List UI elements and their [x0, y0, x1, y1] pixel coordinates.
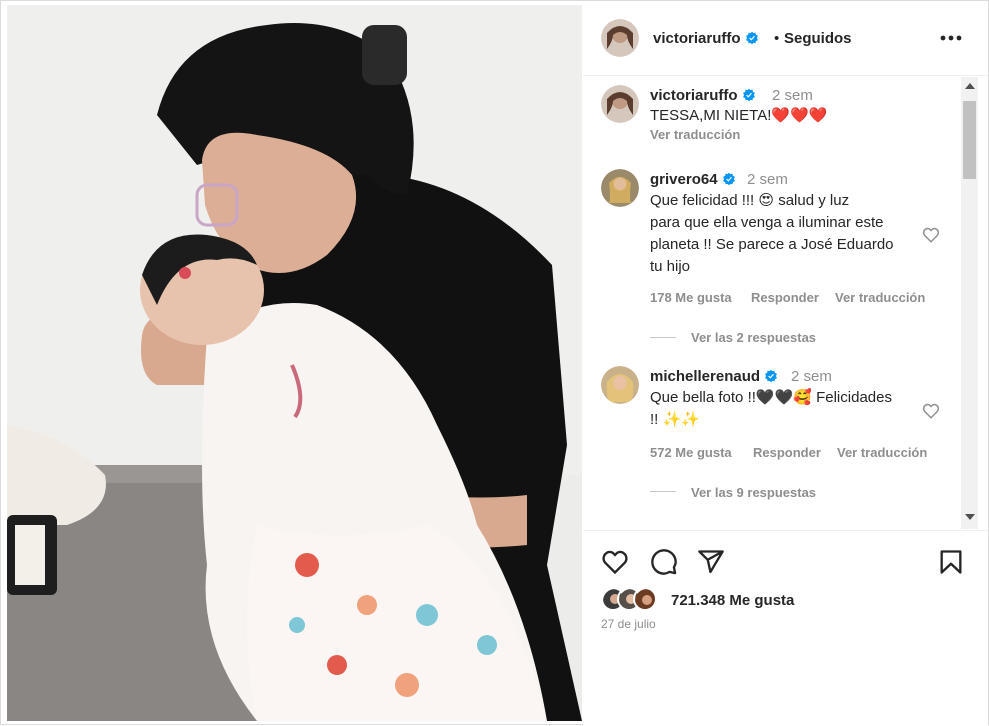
post-footer: 721.348 Me gusta 27 de julio — [583, 530, 988, 726]
verified-badge-icon — [745, 31, 758, 45]
comment-time: 2 sem — [747, 171, 788, 188]
comment-likes-count[interactable]: 178 Me gusta — [650, 290, 732, 305]
comment-text-line: Que felicidad !!! 😍 salud y luz — [650, 192, 850, 209]
verified-badge-icon — [722, 172, 735, 186]
replies-divider — [650, 337, 676, 338]
comment-reply-button[interactable]: Responder — [753, 445, 821, 460]
post-photo[interactable] — [7, 5, 582, 721]
verified-badge-icon — [742, 88, 755, 102]
scroll-up-arrow-icon[interactable] — [965, 83, 975, 89]
heart-icon — [922, 227, 940, 243]
scroll-down-arrow-icon[interactable] — [965, 514, 975, 520]
comments-scrollbar[interactable] — [961, 77, 978, 529]
ellipsis-icon — [940, 35, 962, 41]
comment-username[interactable]: grivero64 — [650, 171, 736, 188]
caption-text: TESSA,MI NIETA!❤️❤️❤️ — [650, 107, 828, 124]
comment-text-line: !! ✨✨ — [650, 411, 700, 428]
replies-divider — [650, 491, 676, 492]
comment-text-line: tu hijo — [650, 258, 691, 275]
comment-likes-count[interactable]: 572 Me gusta — [650, 445, 732, 460]
following-button[interactable]: Seguidos — [784, 30, 852, 47]
heart-icon — [922, 403, 940, 419]
comment-button[interactable] — [650, 548, 678, 576]
share-icon — [698, 550, 724, 574]
comment-avatar[interactable] — [601, 366, 639, 404]
like-button[interactable] — [601, 548, 629, 576]
comment-text-line: planeta !! Se parece a José Eduardo — [650, 236, 894, 253]
more-options-button[interactable] — [938, 29, 964, 47]
header-separator: • — [774, 30, 780, 47]
bookmark-icon — [940, 550, 962, 574]
comment-username[interactable]: michellerenaud — [650, 368, 778, 385]
comment-icon — [651, 549, 677, 575]
comment-translate-link[interactable]: Ver traducción — [835, 290, 925, 305]
comment-translate-link[interactable]: Ver traducción — [837, 445, 927, 460]
post-window: victoriaruffo • Seguidos victoriaruffo 2… — [0, 0, 989, 726]
caption-time: 2 sem — [772, 87, 813, 104]
caption-translate-link[interactable]: Ver traducción — [650, 127, 740, 142]
post-details-panel: victoriaruffo • Seguidos victoriaruffo 2… — [583, 1, 988, 726]
comment-avatar[interactable] — [601, 169, 639, 207]
liker-avatar — [633, 587, 657, 611]
comment-like-button[interactable] — [922, 402, 940, 420]
scrollbar-thumb[interactable] — [963, 101, 976, 179]
likers-avatars[interactable] — [601, 587, 661, 613]
author-username[interactable]: victoriaruffo — [653, 30, 759, 47]
view-replies-button[interactable]: Ver las 9 respuestas — [691, 485, 816, 500]
comment-time: 2 sem — [791, 368, 832, 385]
save-button[interactable] — [937, 548, 965, 576]
comment-like-button[interactable] — [922, 226, 940, 244]
post-header: victoriaruffo • Seguidos — [583, 1, 988, 76]
comment-text-line: Que bella foto !!🖤🖤🥰 Felicidades — [650, 389, 892, 406]
post-likes-count[interactable]: 721.348 Me gusta — [671, 592, 794, 609]
comment-text-line: para que ella venga a iluminar este — [650, 214, 884, 231]
comment-reply-button[interactable]: Responder — [751, 290, 819, 305]
share-button[interactable] — [697, 548, 725, 576]
caption-username[interactable]: victoriaruffo — [650, 87, 756, 104]
heart-icon — [602, 550, 628, 575]
caption-avatar[interactable] — [601, 85, 639, 123]
photo-illustration — [7, 5, 582, 721]
post-date[interactable]: 27 de julio — [601, 617, 656, 631]
author-avatar[interactable] — [601, 19, 639, 57]
view-replies-button[interactable]: Ver las 2 respuestas — [691, 330, 816, 345]
comments-list: victoriaruffo 2 sem TESSA,MI NIETA!❤️❤️❤… — [583, 77, 958, 529]
verified-badge-icon — [765, 369, 777, 383]
